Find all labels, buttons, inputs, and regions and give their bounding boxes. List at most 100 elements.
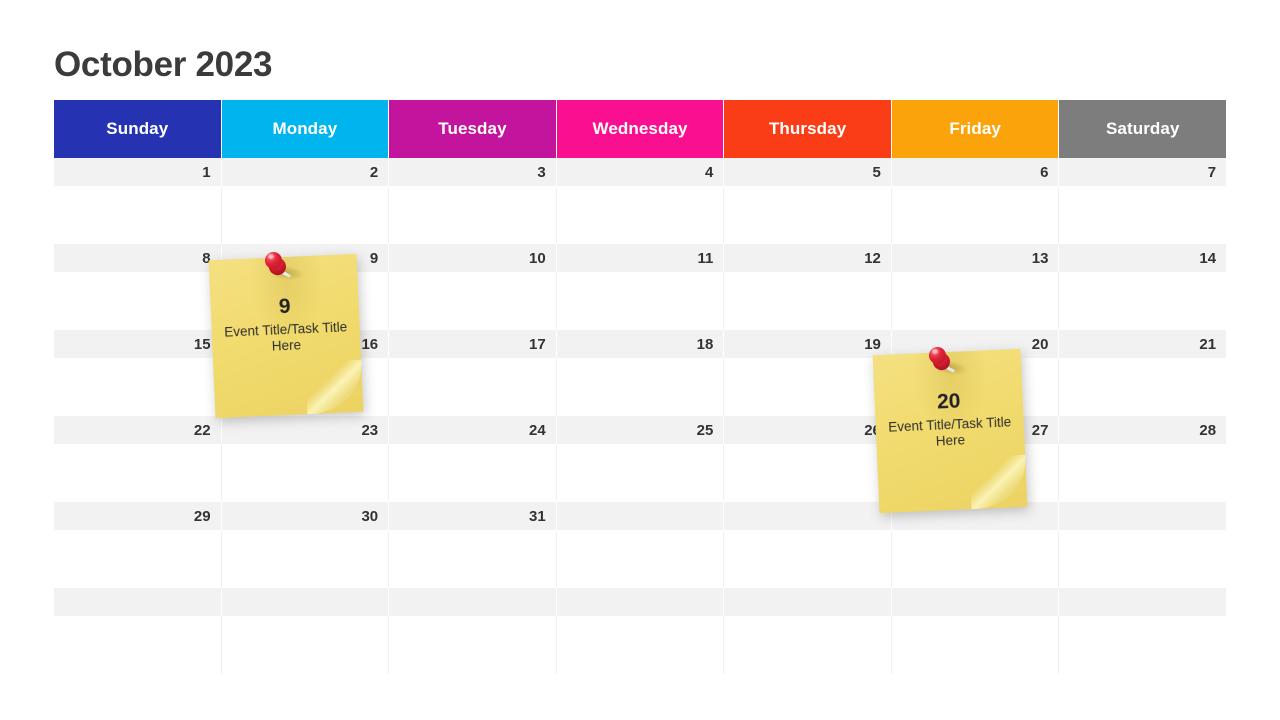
date-number-band: 22 23 24 25 26 27 28 [54, 416, 1226, 444]
date-cell-22[interactable]: 22 [54, 416, 222, 444]
date-cell-7[interactable]: 7 [1059, 158, 1226, 186]
day-cell[interactable] [54, 444, 222, 502]
day-cell[interactable] [1059, 272, 1226, 330]
day-cell[interactable] [389, 530, 557, 588]
day-cell[interactable] [1059, 358, 1226, 416]
date-cell-empty[interactable] [724, 588, 892, 616]
date-cell-25[interactable]: 25 [557, 416, 725, 444]
weekday-header-row: Sunday Monday Tuesday Wednesday Thursday Frid… [54, 100, 1227, 158]
day-cell[interactable] [557, 444, 725, 502]
week-row [54, 588, 1226, 674]
date-number-band: 29 30 31 [54, 502, 1226, 530]
day-cell[interactable] [1059, 530, 1226, 588]
day-cell[interactable] [54, 272, 222, 330]
weekday-header-thursday[interactable]: Thursday [724, 100, 892, 158]
sticky-note-curl [969, 454, 1028, 510]
day-content-band [54, 530, 1226, 588]
day-cell[interactable] [222, 530, 390, 588]
weekday-header-monday[interactable]: Monday [221, 100, 390, 158]
sticky-note-title: Event Title/Task Title Here [223, 319, 348, 354]
date-cell-empty[interactable] [892, 588, 1060, 616]
date-number-band: 1234567 [54, 158, 1226, 186]
date-cell-24[interactable]: 24 [389, 416, 557, 444]
date-cell-5[interactable]: 5 [724, 158, 892, 186]
day-cell[interactable] [222, 186, 390, 244]
date-cell-6[interactable]: 6 [892, 158, 1060, 186]
date-cell-30[interactable]: 30 [222, 502, 390, 530]
day-cell[interactable] [557, 530, 725, 588]
date-cell-empty[interactable] [1059, 588, 1226, 616]
day-cell[interactable] [389, 358, 557, 416]
day-cell[interactable] [557, 186, 725, 244]
date-cell-29[interactable]: 29 [54, 502, 222, 530]
sticky-note-curl [305, 359, 364, 415]
date-cell-empty[interactable] [557, 588, 725, 616]
weekday-header-sunday[interactable]: Sunday [54, 100, 222, 158]
date-cell-12[interactable]: 12 [724, 244, 892, 272]
day-cell[interactable] [557, 358, 725, 416]
date-cell-14[interactable]: 14 [1059, 244, 1226, 272]
date-cell-17[interactable]: 17 [389, 330, 557, 358]
day-cell[interactable] [1059, 444, 1226, 502]
day-cell[interactable] [724, 444, 892, 502]
day-cell[interactable] [892, 272, 1060, 330]
day-cell[interactable] [54, 616, 222, 674]
day-cell[interactable] [724, 186, 892, 244]
day-cell[interactable] [54, 186, 222, 244]
date-cell-31[interactable]: 31 [389, 502, 557, 530]
day-cell[interactable] [892, 186, 1060, 244]
date-number-band [54, 588, 1226, 616]
day-content-band [54, 186, 1226, 244]
weekday-header-wednesday[interactable]: Wednesday [556, 100, 725, 158]
date-cell-empty[interactable] [389, 588, 557, 616]
day-cell[interactable] [389, 186, 557, 244]
weekday-header-saturday[interactable]: Saturday [1059, 100, 1227, 158]
day-cell[interactable] [222, 444, 390, 502]
sticky-note-title: Event Title/Task Title Here [887, 414, 1012, 449]
date-cell-empty[interactable] [1059, 502, 1226, 530]
date-cell-empty[interactable] [724, 502, 892, 530]
day-cell[interactable] [1059, 616, 1226, 674]
day-cell[interactable] [724, 272, 892, 330]
date-cell-28[interactable]: 28 [1059, 416, 1226, 444]
date-cell-empty[interactable] [222, 588, 390, 616]
date-cell-11[interactable]: 11 [557, 244, 725, 272]
day-cell[interactable] [1059, 186, 1226, 244]
date-cell-13[interactable]: 13 [892, 244, 1060, 272]
date-cell-3[interactable]: 3 [389, 158, 557, 186]
day-cell[interactable] [389, 444, 557, 502]
day-cell[interactable] [54, 358, 222, 416]
day-cell[interactable] [222, 616, 390, 674]
day-cell[interactable] [389, 616, 557, 674]
week-row: 29 30 31 [54, 502, 1226, 588]
day-cell[interactable] [892, 616, 1060, 674]
date-cell-8[interactable]: 8 [54, 244, 222, 272]
date-cell-26[interactable]: 26 [724, 416, 892, 444]
date-cell-15[interactable]: 15 [54, 330, 222, 358]
date-cell-18[interactable]: 18 [557, 330, 725, 358]
day-cell[interactable] [557, 616, 725, 674]
date-cell-19[interactable]: 19 [724, 330, 892, 358]
day-cell[interactable] [389, 272, 557, 330]
date-cell-2[interactable]: 2 [222, 158, 390, 186]
day-cell[interactable] [724, 358, 892, 416]
date-cell-10[interactable]: 10 [389, 244, 557, 272]
sticky-note-9[interactable]: 9 Event Title/Task Title Here [208, 253, 364, 419]
day-cell[interactable] [54, 530, 222, 588]
date-cell-empty[interactable] [557, 502, 725, 530]
sticky-note-20[interactable]: 20 Event Title/Task Title Here [872, 348, 1028, 514]
date-cell-21[interactable]: 21 [1059, 330, 1226, 358]
day-content-band [54, 444, 1226, 502]
day-content-band [54, 616, 1226, 674]
day-cell[interactable] [724, 616, 892, 674]
day-cell[interactable] [557, 272, 725, 330]
weekday-header-tuesday[interactable]: Tuesday [389, 100, 557, 158]
day-cell[interactable] [892, 530, 1060, 588]
weekday-header-friday[interactable]: Friday [891, 100, 1060, 158]
date-cell-1[interactable]: 1 [54, 158, 222, 186]
date-cell-4[interactable]: 4 [557, 158, 725, 186]
page-title: October 2023 [54, 45, 273, 84]
day-cell[interactable] [724, 530, 892, 588]
date-cell-empty[interactable] [54, 588, 222, 616]
date-cell-23[interactable]: 23 [222, 416, 390, 444]
